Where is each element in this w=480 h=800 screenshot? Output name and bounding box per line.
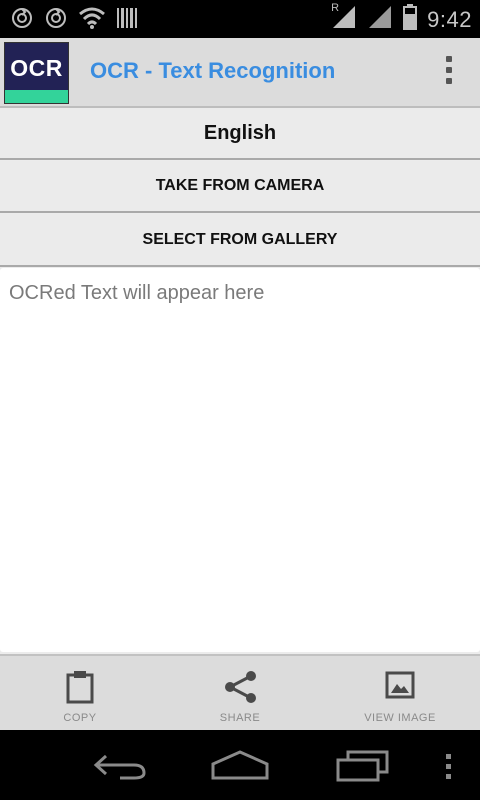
sync-icon: [44, 6, 68, 35]
barcode-icon: [116, 6, 138, 35]
select-from-gallery-button[interactable]: SELECT FROM GALLERY: [0, 214, 480, 267]
more-vert-icon[interactable]: [444, 56, 454, 88]
bottom-action-bar: COPY SHARE VIEW IMAGE: [0, 654, 480, 732]
status-time: 9:42: [427, 6, 472, 32]
status-bar-system: R 9:42: [331, 2, 472, 35]
back-icon[interactable]: [92, 748, 150, 787]
image-icon: [384, 670, 416, 705]
copy-label: COPY: [63, 712, 97, 724]
clipboard-icon: [65, 670, 95, 709]
menu-icon[interactable]: [444, 752, 454, 787]
signal-icon: [367, 4, 393, 35]
share-icon: [222, 670, 258, 709]
signal-icon: R: [331, 2, 357, 35]
navigation-bar: [0, 730, 480, 800]
roaming-indicator: R: [331, 2, 340, 14]
app-title: OCR - Text Recognition: [90, 58, 336, 83]
wifi-icon: [78, 6, 106, 35]
copy-button[interactable]: COPY: [0, 656, 160, 732]
home-icon[interactable]: [210, 748, 270, 787]
app-logo[interactable]: OCR: [4, 42, 69, 104]
ocr-text-placeholder: OCRed Text will appear here: [9, 282, 265, 304]
take-from-camera-button[interactable]: TAKE FROM CAMERA: [0, 161, 480, 213]
logo-accent-strip: [5, 90, 68, 103]
view-image-label: VIEW IMAGE: [364, 712, 436, 724]
action-bar: OCR OCR - Text Recognition: [0, 38, 480, 108]
recent-apps-icon[interactable]: [335, 748, 391, 787]
share-label: SHARE: [219, 712, 261, 724]
status-bar: R 9:42: [0, 0, 480, 38]
language-selector[interactable]: English: [0, 108, 480, 160]
view-image-button[interactable]: VIEW IMAGE: [320, 656, 480, 732]
ocr-text-area[interactable]: OCRed Text will appear here: [0, 268, 480, 652]
main-content: English TAKE FROM CAMERA SELECT FROM GAL…: [0, 108, 480, 654]
logo-text: OCR: [10, 55, 63, 81]
share-button[interactable]: SHARE: [160, 656, 320, 732]
status-bar-notifications: [10, 6, 138, 35]
sync-icon: [10, 6, 34, 35]
battery-icon: [403, 4, 418, 35]
